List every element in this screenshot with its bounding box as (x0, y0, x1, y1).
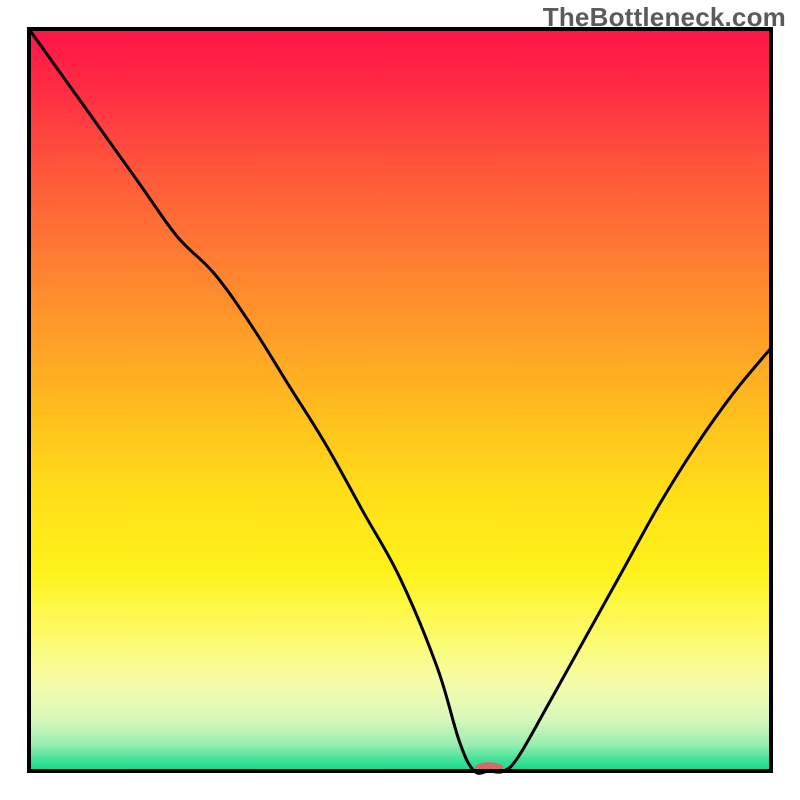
chart-area: TheBottleneck.com (0, 0, 800, 800)
plot-background (29, 29, 771, 771)
watermark-text: TheBottleneck.com (543, 2, 786, 33)
bottleneck-plot (0, 0, 800, 800)
